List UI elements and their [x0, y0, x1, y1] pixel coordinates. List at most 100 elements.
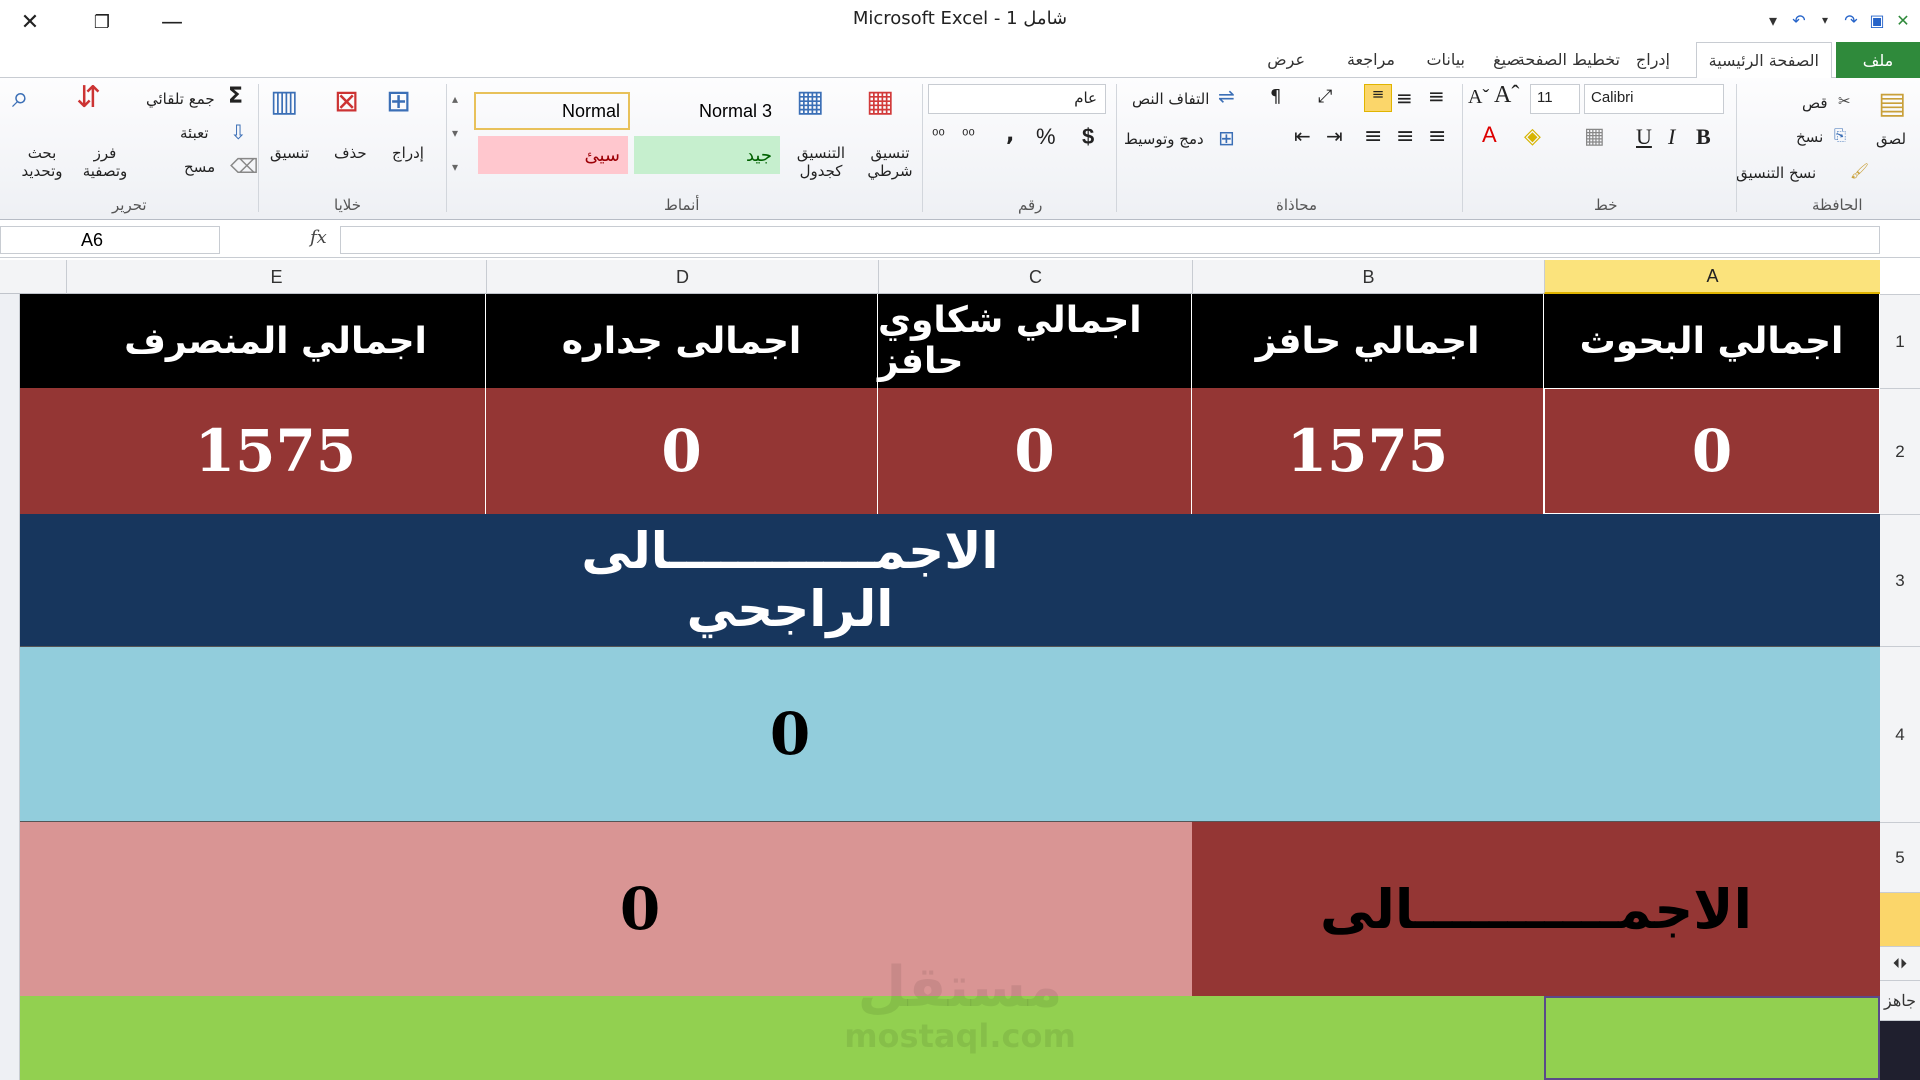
percent-icon[interactable]: % — [1036, 124, 1056, 150]
style-good[interactable]: جيد — [634, 136, 780, 174]
style-bad[interactable]: سيئ — [478, 136, 628, 174]
autosum-button[interactable]: جمع تلقائي — [146, 90, 215, 108]
font-name-select[interactable]: Calibri — [1584, 84, 1724, 114]
conditional-formatting-icon[interactable]: ▦ — [866, 84, 894, 119]
column-header-d[interactable]: D — [486, 260, 878, 294]
format-painter-button[interactable]: نسخ التنسيق — [1736, 164, 1816, 182]
tab-review[interactable]: مراجعة — [1347, 50, 1395, 69]
align-left-icon[interactable]: ≡ — [1364, 124, 1382, 149]
formula-input[interactable] — [340, 226, 1880, 254]
save-icon[interactable]: ▣ — [1866, 11, 1888, 30]
cell-row4-merged[interactable]: 0 — [20, 646, 1880, 822]
cell-d2[interactable]: 0 — [486, 388, 878, 514]
column-header-e[interactable]: E — [66, 260, 486, 294]
row-header-5[interactable]: 5 — [1880, 822, 1920, 892]
align-right-icon[interactable]: ≡ — [1428, 124, 1446, 149]
insert-cells-button[interactable]: إدراج — [392, 144, 424, 162]
shrink-font-icon[interactable]: Aˇ — [1468, 86, 1489, 109]
find-select-button[interactable]: بحث وتحديد — [14, 144, 70, 180]
tab-data[interactable]: بيانات — [1426, 50, 1465, 69]
align-center-icon[interactable]: ≡ — [1396, 124, 1414, 149]
undo-icon[interactable]: ↶ — [1788, 11, 1810, 30]
format-cells-icon[interactable]: ▥ — [270, 84, 298, 119]
row-header-2[interactable]: 2 — [1880, 388, 1920, 514]
cell-e1[interactable]: اجمالي المنصرف — [66, 294, 486, 388]
wrap-text-button[interactable]: التفاف النص — [1132, 90, 1209, 108]
tab-page-layout[interactable]: تخطيط الصفحة — [1517, 50, 1620, 69]
customize-qat-icon[interactable]: ▾ — [1762, 11, 1784, 30]
italic-button[interactable]: I — [1668, 124, 1675, 150]
insert-cells-icon[interactable]: ⊞ — [386, 84, 411, 119]
copy-button[interactable]: نسخ — [1796, 128, 1823, 146]
cell-a2[interactable]: 0 — [1544, 388, 1880, 514]
tab-home[interactable]: الصفحة الرئيسية — [1695, 42, 1832, 79]
sort-filter-icon[interactable]: ⇵ — [76, 80, 101, 115]
redo-icon[interactable]: ↷ — [1840, 11, 1862, 30]
comma-style-icon[interactable]: , — [1006, 122, 1014, 147]
font-size-select[interactable]: 11 — [1530, 84, 1580, 114]
column-header-c[interactable]: C — [878, 260, 1192, 294]
find-select-icon[interactable]: ⌕ — [12, 80, 29, 115]
cell-b1[interactable]: اجمالي حافز — [1192, 294, 1544, 388]
cell-a1[interactable]: اجمالي البحوث — [1544, 294, 1880, 388]
tab-file[interactable]: ملف — [1836, 42, 1920, 78]
merge-center-button[interactable]: دمج وتوسيط — [1124, 130, 1204, 148]
format-as-table-button[interactable]: التنسيق كجدول — [790, 144, 852, 180]
tab-view[interactable]: عرض — [1267, 50, 1305, 69]
format-as-table-icon[interactable]: ▦ — [796, 84, 824, 119]
clear-button[interactable]: مسح — [184, 158, 215, 176]
cell-f1[interactable] — [20, 294, 66, 388]
cell-b2[interactable]: 1575 — [1192, 388, 1544, 514]
delete-cells-icon[interactable]: ⊠ — [334, 84, 359, 119]
borders-icon[interactable]: ▦ — [1584, 124, 1605, 149]
insert-function-icon[interactable]: fx — [310, 227, 327, 248]
vertical-scrollbar[interactable] — [0, 294, 20, 1080]
align-middle-icon[interactable]: ≡ — [1396, 86, 1413, 110]
cell-row5-label[interactable]: الاجمـــــــــــالى — [1192, 822, 1880, 996]
cell-row6-left[interactable] — [20, 996, 1544, 1080]
sheet-nav-icon[interactable]: ⏴⏵ — [1880, 946, 1920, 980]
font-color-icon[interactable]: A — [1482, 122, 1497, 148]
indent-increase-icon[interactable]: ⇥ — [1326, 124, 1343, 148]
delete-cells-button[interactable]: حذف — [334, 144, 367, 162]
row-header-4[interactable]: 4 — [1880, 646, 1920, 822]
number-format-select[interactable]: عام — [928, 84, 1106, 114]
row-header-1[interactable]: 1 — [1880, 294, 1920, 388]
cell-c1[interactable]: اجمالي شكاوي حافز — [878, 294, 1192, 388]
cell-f2[interactable] — [20, 388, 66, 514]
column-header-b[interactable]: B — [1192, 260, 1544, 294]
styles-more-icon[interactable]: ▾ — [452, 160, 458, 174]
styles-scroll-up-icon[interactable]: ▴ — [452, 92, 458, 106]
sort-filter-button[interactable]: فرز وتصفية — [80, 144, 130, 180]
column-header-a[interactable]: A — [1544, 260, 1880, 294]
cell-d1[interactable]: اجمالى جداره — [486, 294, 878, 388]
style-normal[interactable]: Normal — [474, 92, 630, 130]
currency-icon[interactable]: $ — [1082, 124, 1094, 150]
tab-formulas[interactable]: صيغ — [1493, 50, 1520, 69]
cell-row3-merged[interactable]: الاجمــــــــــــالى الراجحي — [20, 514, 1880, 646]
orientation-icon[interactable]: ⤢ — [1318, 86, 1332, 107]
paste-icon[interactable]: ▤ — [1878, 86, 1906, 121]
align-bottom-icon[interactable]: ≡ — [1364, 84, 1392, 112]
decrease-decimal-icon[interactable]: ⁰⁰ — [932, 126, 945, 145]
format-cells-button[interactable]: تنسيق — [270, 144, 309, 162]
cut-button[interactable]: قص — [1802, 94, 1828, 112]
row-header-3[interactable]: 3 — [1880, 514, 1920, 646]
cell-e2[interactable]: 1575 — [66, 388, 486, 514]
undo-dropdown-icon[interactable]: ▾ — [1814, 13, 1836, 27]
fill-button[interactable]: تعبئة — [180, 124, 209, 142]
underline-button[interactable]: U — [1636, 124, 1652, 150]
conditional-formatting-button[interactable]: تنسيق شرطي — [860, 144, 920, 180]
rtl-icon[interactable]: ¶ — [1270, 86, 1281, 107]
fill-color-icon[interactable]: ◈ — [1524, 124, 1541, 149]
grow-font-icon[interactable]: Aˆ — [1494, 82, 1519, 109]
increase-decimal-icon[interactable]: ⁰⁰ — [962, 126, 975, 145]
style-normal3[interactable]: Normal 3 — [634, 92, 780, 130]
styles-scroll-down-icon[interactable]: ▾ — [452, 126, 458, 140]
row-header-selected[interactable] — [1880, 892, 1920, 946]
align-top-icon[interactable]: ≡ — [1428, 84, 1445, 108]
name-box[interactable]: A6 — [0, 226, 220, 254]
cell-c2[interactable]: 0 — [878, 388, 1192, 514]
cell-a6-selected[interactable] — [1544, 996, 1880, 1080]
paste-button[interactable]: لصق — [1876, 130, 1906, 148]
